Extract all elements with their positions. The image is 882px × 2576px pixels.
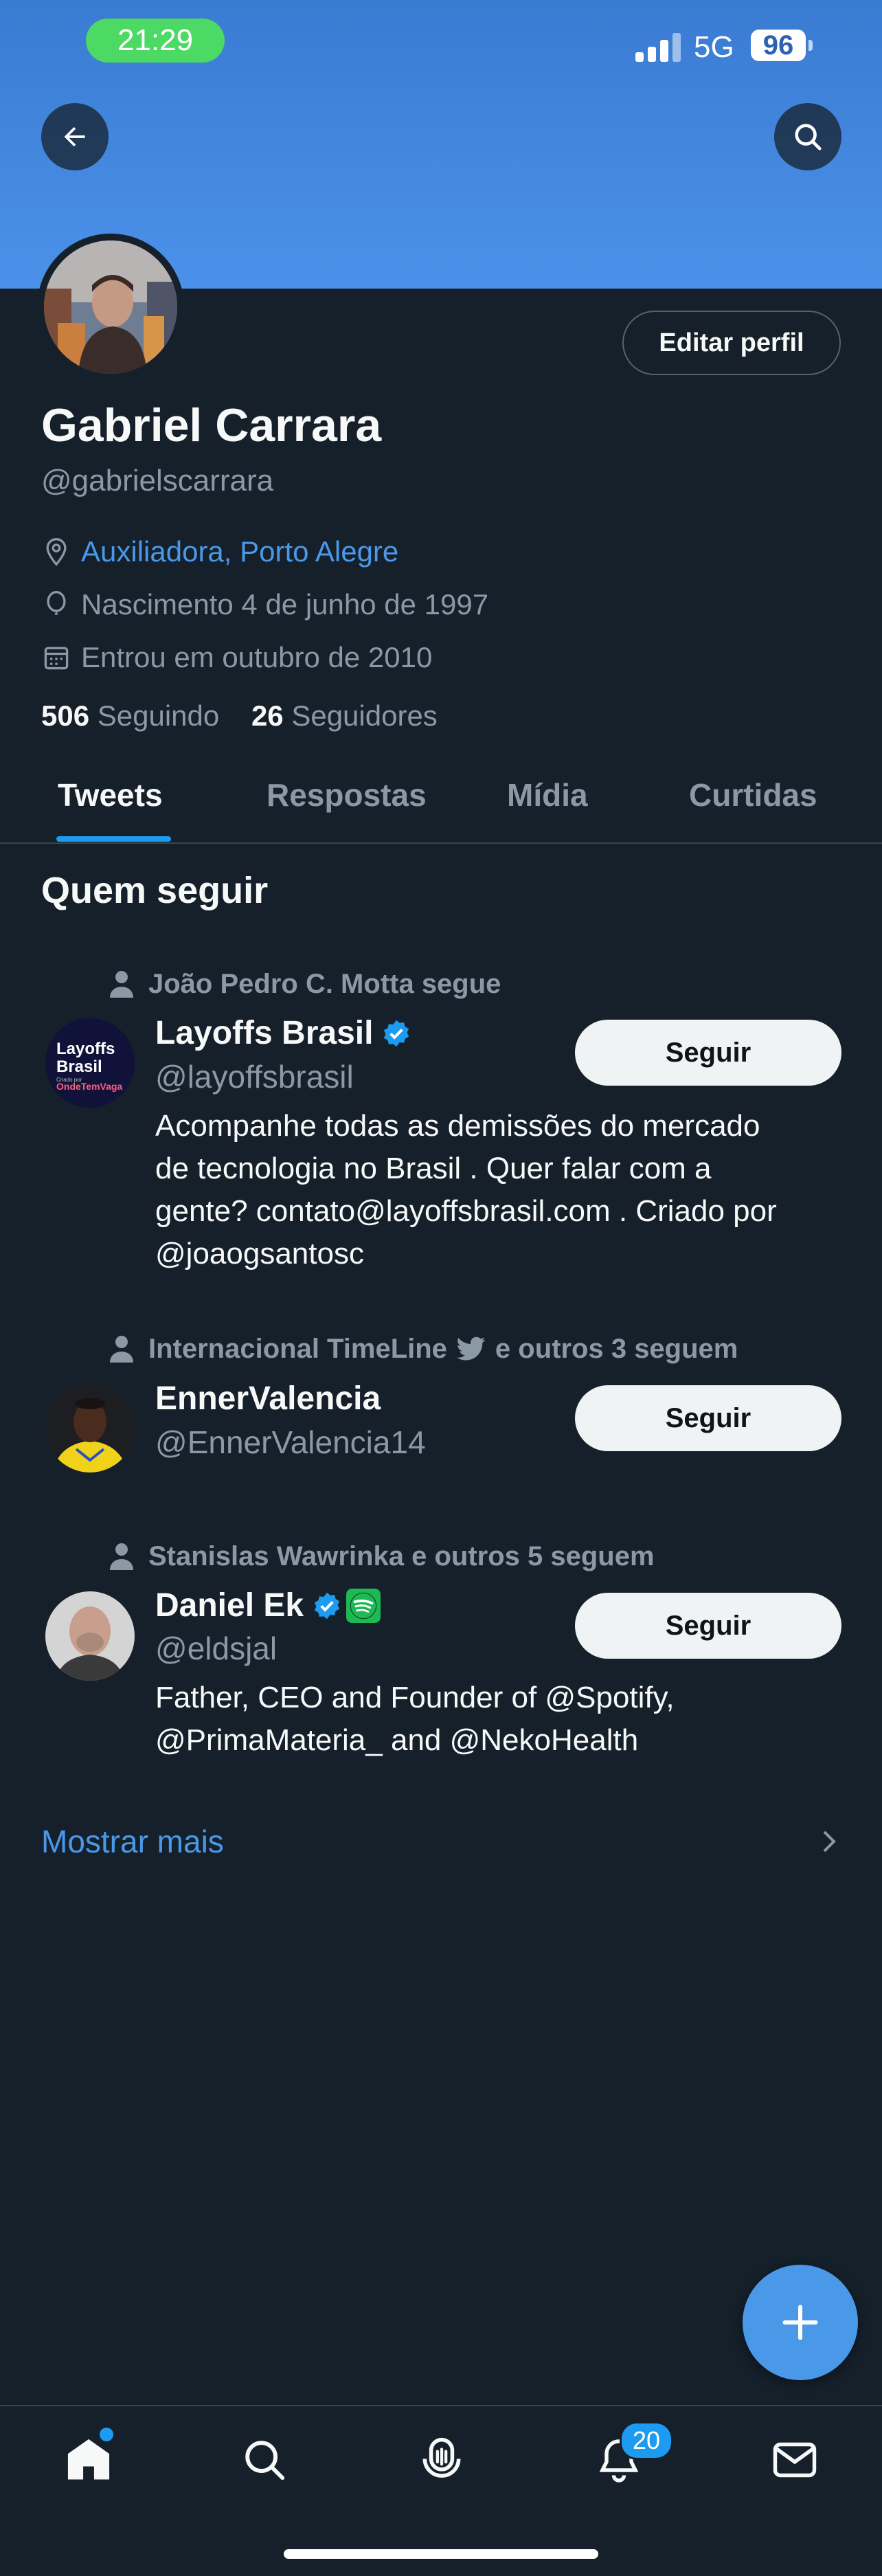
follow-button[interactable]: Seguir — [575, 1385, 841, 1451]
follow-button[interactable]: Seguir — [575, 1020, 841, 1086]
tab-active-indicator — [56, 836, 171, 842]
tab-tweets[interactable]: Tweets — [58, 776, 163, 814]
account-name-row[interactable]: Daniel Ek — [155, 1587, 381, 1624]
avatar-logo-text: Layoffs — [56, 1040, 115, 1058]
profile-handle: @gabrielscarrara — [41, 464, 274, 497]
balloon-icon — [47, 591, 66, 615]
bio-line: gente? contato@layoffsbrasil.com . Criad… — [155, 1194, 777, 1228]
location-pin-icon — [46, 538, 67, 566]
joined-row: Entrou em outubro de 2010 — [41, 638, 432, 677]
social-context: João Pedro C. Motta segue — [110, 967, 501, 1001]
follow-button[interactable]: Seguir — [575, 1593, 841, 1659]
profile-name: Gabriel Carrara — [41, 399, 382, 451]
followers-count: 26 — [251, 699, 284, 732]
birthdate-row: Nascimento 4 de junho de 1997 — [41, 585, 488, 624]
battery-icon — [808, 40, 813, 51]
social-context: Internacional TimeLine e outros 3 seguem — [110, 1332, 738, 1366]
social-context: Stanislas Wawrinka e outros 5 seguem — [110, 1539, 655, 1573]
account-handle: @layoffsbrasil — [155, 1059, 354, 1095]
location-text[interactable]: Auxiliadora, Porto Alegre — [81, 535, 398, 568]
signal-icon — [635, 33, 681, 62]
search-icon — [245, 2441, 285, 2480]
divider — [0, 842, 882, 844]
social-context-text-2: e outros 3 seguem — [495, 1333, 738, 1364]
spotify-badge-icon — [346, 1588, 381, 1623]
plus-icon — [782, 2305, 818, 2340]
joined-text: Entrou em outubro de 2010 — [81, 641, 433, 673]
followers-label: Seguidores — [291, 699, 438, 732]
person-icon — [110, 1543, 133, 1570]
notification-badge: 20 — [620, 2421, 673, 2460]
avatar[interactable] — [45, 1383, 135, 1472]
arrow-left-icon — [64, 126, 85, 147]
follow-stats: 506 Seguindo 26 Seguidores — [41, 699, 438, 732]
bio-line: @PrimaMateria_ and @NekoHealth — [155, 1723, 639, 1757]
tab-respostas[interactable]: Respostas — [267, 776, 427, 814]
spaces-microphone-icon — [422, 2437, 461, 2478]
svg-text:Brasil: Brasil — [56, 1057, 102, 1076]
verified-badge-icon — [384, 1020, 409, 1046]
person-icon — [110, 1336, 133, 1363]
following-link[interactable]: 506 Seguindo — [41, 699, 219, 732]
bio-line: de tecnologia no Brasil . Quer falar com… — [155, 1152, 712, 1185]
svg-text:OndeTemVaga: OndeTemVaga — [56, 1081, 122, 1092]
bio-line: Acompanhe todas as demissões do mercado — [155, 1109, 760, 1143]
following-label: Seguindo — [97, 699, 220, 732]
twitter-bird-icon — [456, 1336, 486, 1360]
avatar[interactable] — [45, 1591, 135, 1681]
who-to-follow-title: Quem seguir — [41, 870, 269, 911]
battery-level: 96 — [751, 30, 806, 61]
social-context-text: João Pedro C. Motta segue — [148, 968, 501, 999]
birthdate-text: Nascimento 4 de junho de 1997 — [81, 588, 489, 620]
edit-profile-button[interactable]: Editar perfil — [622, 311, 841, 375]
account-name-row[interactable]: EnnerValencia — [155, 1380, 381, 1418]
account-bio: Father, CEO and Founder of @Spotify, @Pr… — [155, 1677, 842, 1762]
person-icon — [110, 971, 133, 998]
chevron-right-icon[interactable] — [819, 1828, 839, 1855]
following-count: 506 — [41, 699, 90, 732]
social-context-text: Stanislas Wawrinka e outros 5 seguem — [148, 1541, 655, 1571]
nav-spaces[interactable] — [411, 2429, 473, 2491]
search-icon — [795, 124, 822, 150]
bio-line: @joaogsantosc — [155, 1237, 364, 1270]
account-bio: Acompanhe todas as demissões do mercado … — [155, 1105, 842, 1275]
tab-curtidas[interactable]: Curtidas — [689, 776, 817, 814]
divider — [0, 2405, 882, 2406]
nav-search[interactable] — [234, 2429, 295, 2491]
account-name: EnnerValencia — [155, 1380, 381, 1417]
bio-line: Father, CEO and Founder of @Spotify, — [155, 1681, 675, 1714]
search-button[interactable] — [774, 103, 841, 170]
account-handle: @eldsjal — [155, 1631, 278, 1666]
avatar[interactable]: Layoffs Brasil Criado por OndeTemVaga — [45, 1018, 135, 1108]
account-name: Layoffs Brasil — [155, 1015, 374, 1051]
calendar-icon — [44, 647, 69, 670]
unread-dot — [98, 2426, 115, 2443]
status-time: 21:29 — [86, 19, 225, 63]
show-more-link[interactable]: Mostrar mais — [41, 1823, 224, 1860]
network-type: 5G — [694, 30, 734, 64]
back-button[interactable] — [41, 103, 109, 170]
home-indicator — [284, 2549, 598, 2559]
compose-tweet-button[interactable] — [743, 2265, 858, 2380]
location-row[interactable]: Auxiliadora, Porto Alegre — [41, 533, 398, 571]
account-handle: @EnnerValencia14 — [155, 1424, 426, 1460]
account-name: Daniel Ek — [155, 1587, 304, 1624]
mail-icon — [773, 2442, 817, 2478]
followers-link[interactable]: 26 Seguidores — [251, 699, 438, 732]
account-name-row[interactable]: Layoffs Brasil — [155, 1014, 411, 1052]
verified-badge-icon — [314, 1592, 340, 1619]
tab-midia[interactable]: Mídia — [507, 776, 588, 814]
nav-messages[interactable] — [764, 2429, 826, 2491]
avatar[interactable] — [44, 240, 177, 374]
social-context-text: Internacional TimeLine — [148, 1333, 447, 1364]
